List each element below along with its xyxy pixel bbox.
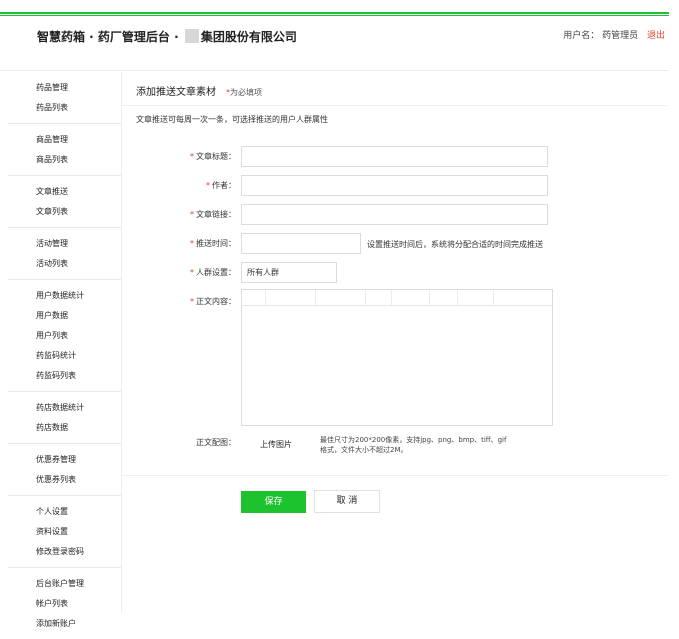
sidebar-group: 药店数据统计 药店数据 <box>8 392 121 444</box>
sidebar-item-goods-management[interactable]: 商品管理 <box>8 130 121 150</box>
field-article-title: * 文章标题： <box>122 146 667 168</box>
sidebar-item-article-list[interactable]: 文章列表 <box>8 202 121 222</box>
field-label: * 文章标题： <box>190 152 236 161</box>
sidebar-item-profile-settings[interactable]: 资料设置 <box>8 522 121 542</box>
editor-tool[interactable] <box>430 290 458 305</box>
field-label: * 人群设置： <box>190 268 236 277</box>
sidebar-item-user-list[interactable]: 用户列表 <box>8 326 121 346</box>
content-editor[interactable] <box>241 289 553 426</box>
field-label: * 文章链接： <box>190 210 236 219</box>
sidebar-group: 个人设置 资料设置 修改登录密码 <box>8 496 121 568</box>
app-title: 智慧药箱 · 药厂管理后台 · 集团股份有限公司 <box>37 28 297 45</box>
upload-image-button[interactable]: 上传图片 <box>260 439 292 450</box>
editor-tool[interactable] <box>242 290 266 305</box>
sidebar-item-activity-management[interactable]: 活动管理 <box>8 234 121 254</box>
user-label: 用户名： <box>563 31 600 41</box>
sidebar-item-personal-settings[interactable]: 个人设置 <box>8 502 121 522</box>
sidebar-item-goods-list[interactable]: 商品列表 <box>8 150 121 170</box>
sidebar-group: 文章推送 文章列表 <box>8 176 121 228</box>
sidebar-group: 活动管理 活动列表 <box>8 228 121 280</box>
user-area: 用户名： 药管理员 退出 <box>563 28 665 41</box>
editor-tool[interactable] <box>392 290 430 305</box>
sidebar-item-activity-list[interactable]: 活动列表 <box>8 254 121 274</box>
header-divider <box>0 70 669 71</box>
page-title-text: 添加推送文章素材 <box>136 87 216 98</box>
form-hint: 文章推送可每周一次一条，可选择推送的用户人群属性 <box>136 115 328 124</box>
editor-tool[interactable] <box>316 290 366 305</box>
page-title: 添加推送文章素材 *为必填项 <box>136 83 262 98</box>
sidebar-item-pharmacy-data[interactable]: 药店数据 <box>8 418 121 438</box>
editor-tool[interactable] <box>266 290 316 305</box>
sidebar-group: 用户数据统计 用户数据 用户列表 药监码统计 药监码列表 <box>8 280 121 392</box>
sidebar-item-drug-management[interactable]: 药品管理 <box>8 78 121 98</box>
field-label: 正文配图： <box>196 438 236 447</box>
sidebar-item-code-list[interactable]: 药监码列表 <box>8 366 121 386</box>
author-input[interactable] <box>241 175 548 196</box>
editor-tool[interactable] <box>494 290 524 305</box>
header: 智慧药箱 · 药厂管理后台 · 集团股份有限公司 用户名： 药管理员 退出 <box>0 16 679 70</box>
field-author: * 作者： <box>122 175 667 197</box>
form-bottom-divider <box>122 475 667 476</box>
editor-toolbar <box>242 290 552 306</box>
field-label: * 推送时间： <box>190 239 236 248</box>
title-divider <box>122 105 667 106</box>
field-label: * 正文内容： <box>190 297 236 306</box>
sidebar-item-change-password[interactable]: 修改登录密码 <box>8 542 121 562</box>
sidebar-item-pharmacy-stats[interactable]: 药店数据统计 <box>8 398 121 418</box>
required-text: 为必填项 <box>230 88 262 97</box>
sidebar-group: 药品管理 药品列表 <box>8 72 121 124</box>
app-title-right: 集团股份有限公司 <box>200 30 297 44</box>
sidebar: 药品管理 药品列表 商品管理 商品列表 文章推送 文章列表 活动管理 活动列表 … <box>8 72 122 628</box>
field-article-link: * 文章链接： <box>122 204 667 226</box>
save-button[interactable]: 保存 <box>241 491 306 513</box>
editor-tool[interactable] <box>366 290 392 305</box>
sidebar-item-user-data[interactable]: 用户数据 <box>8 306 121 326</box>
sidebar-item-coupon-list[interactable]: 优惠券列表 <box>8 470 121 490</box>
sidebar-item-article-push[interactable]: 文章推送 <box>8 182 121 202</box>
cancel-button[interactable]: 取 消 <box>314 490 380 513</box>
sidebar-item-coupon-management[interactable]: 优惠券管理 <box>8 450 121 470</box>
editor-tool[interactable] <box>458 290 494 305</box>
field-audience: * 人群设置： 所有人群 <box>122 262 667 284</box>
sidebar-group: 后台账户管理 帐户列表 添加新账户 <box>8 568 121 639</box>
sidebar-item-user-stats[interactable]: 用户数据统计 <box>8 286 121 306</box>
user-name: 药管理员 <box>602 31 639 41</box>
sidebar-item-account-management[interactable]: 后台账户管理 <box>8 574 121 594</box>
logout-link[interactable]: 退出 <box>647 31 665 41</box>
field-label: * 作者： <box>206 181 236 190</box>
audience-select[interactable]: 所有人群 <box>241 262 337 283</box>
upload-note: 最佳尺寸为200*200像素，支持jpg、png、bmp、tiff、gif格式，… <box>320 436 507 454</box>
push-time-input[interactable] <box>241 233 361 254</box>
app-title-left: 智慧药箱 · 药厂管理后台 · <box>37 30 183 44</box>
article-title-input[interactable] <box>241 146 548 167</box>
redacted-block <box>184 29 199 43</box>
main-panel: 添加推送文章素材 *为必填项 文章推送可每周一次一条，可选择推送的用户人群属性 *… <box>122 72 667 612</box>
article-link-input[interactable] <box>241 204 548 225</box>
sidebar-item-code-stats[interactable]: 药监码统计 <box>8 346 121 366</box>
sidebar-item-account-list[interactable]: 帐户列表 <box>8 594 121 614</box>
sidebar-item-drug-list[interactable]: 药品列表 <box>8 98 121 118</box>
sidebar-group: 商品管理 商品列表 <box>8 124 121 176</box>
push-time-note: 设置推送时间后，系统将分配合适的时间完成推送 <box>367 240 543 249</box>
field-push-time: * 推送时间： 设置推送时间后，系统将分配合适的时间完成推送 <box>122 233 667 255</box>
sidebar-group: 优惠券管理 优惠券列表 <box>8 444 121 496</box>
sidebar-item-add-account[interactable]: 添加新账户 <box>8 614 121 634</box>
